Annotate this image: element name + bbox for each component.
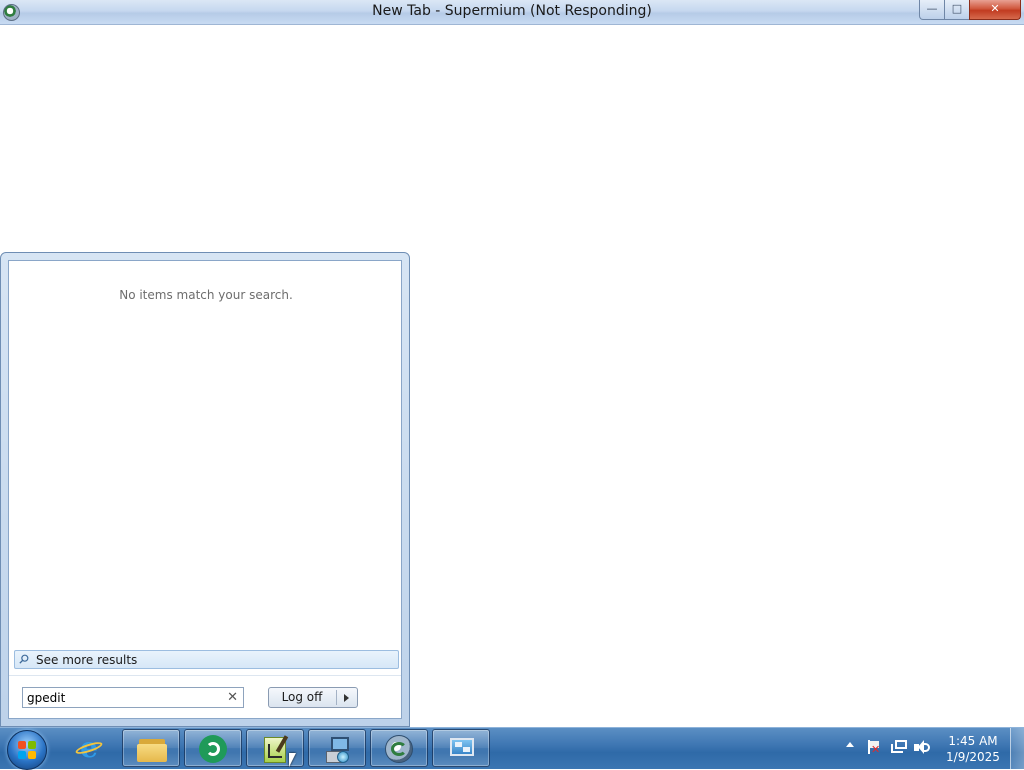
start-menu: No items match your search. See more res… <box>0 252 410 727</box>
internet-explorer-icon: e <box>74 734 104 762</box>
folder-icon <box>137 735 167 763</box>
close-icon: ✕ <box>990 2 1000 15</box>
taskbar-remote-desktop[interactable] <box>432 729 490 767</box>
start-search-input[interactable] <box>27 689 217 706</box>
taskbar-green-app[interactable] <box>184 729 242 767</box>
log-off-button[interactable]: Log off <box>268 687 358 708</box>
search-icon <box>19 654 29 664</box>
taskbar-network-computer[interactable] <box>308 729 366 767</box>
no-results-message: No items match your search. <box>119 288 293 302</box>
taskbar-windows-explorer[interactable] <box>122 729 180 767</box>
mouse-cursor-icon <box>289 753 296 767</box>
start-button[interactable] <box>7 730 47 770</box>
taskbar-supermium[interactable] <box>370 729 428 767</box>
start-menu-results-panel: No items match your search. See more res… <box>8 260 402 719</box>
notepad-icon <box>261 735 291 763</box>
green-refresh-icon <box>199 735 229 763</box>
start-search-box[interactable]: ✕ <box>22 687 244 708</box>
show-hidden-icons-icon[interactable] <box>846 742 854 747</box>
volume-icon[interactable] <box>914 740 932 755</box>
computer-globe-icon <box>323 735 353 763</box>
minimize-button[interactable]: — <box>919 0 945 20</box>
show-desktop-button[interactable] <box>1010 728 1024 769</box>
divider <box>336 690 337 705</box>
supermium-icon <box>385 735 415 763</box>
see-more-results-button[interactable]: See more results <box>14 650 399 669</box>
log-off-label: Log off <box>281 690 323 704</box>
action-center-icon[interactable]: ✕ <box>866 740 880 755</box>
window-title-bar[interactable]: New Tab - Supermium (Not Responding) — □… <box>0 0 1024 25</box>
system-clock[interactable]: 1:45 AM 1/9/2025 <box>940 733 1006 765</box>
network-icon[interactable] <box>891 740 907 755</box>
remote-desktop-icon <box>447 735 477 763</box>
window-title: New Tab - Supermium (Not Responding) <box>372 3 652 19</box>
windows-logo-icon <box>18 741 36 759</box>
clock-time: 1:45 AM <box>948 734 998 748</box>
taskbar-internet-explorer[interactable]: e <box>60 729 118 767</box>
clock-date: 1/9/2025 <box>946 750 1000 764</box>
minimize-icon: — <box>926 2 938 15</box>
see-more-results-label: See more results <box>36 653 138 667</box>
maximize-icon: □ <box>951 2 963 15</box>
clear-search-icon[interactable]: ✕ <box>227 690 238 705</box>
taskbar: e ✕ 1:45 AM 1/9/2025 <box>0 727 1024 770</box>
close-button[interactable]: ✕ <box>969 0 1021 20</box>
divider <box>9 675 401 676</box>
maximize-button[interactable]: □ <box>944 0 970 20</box>
shutdown-options-arrow-icon[interactable] <box>344 694 349 702</box>
